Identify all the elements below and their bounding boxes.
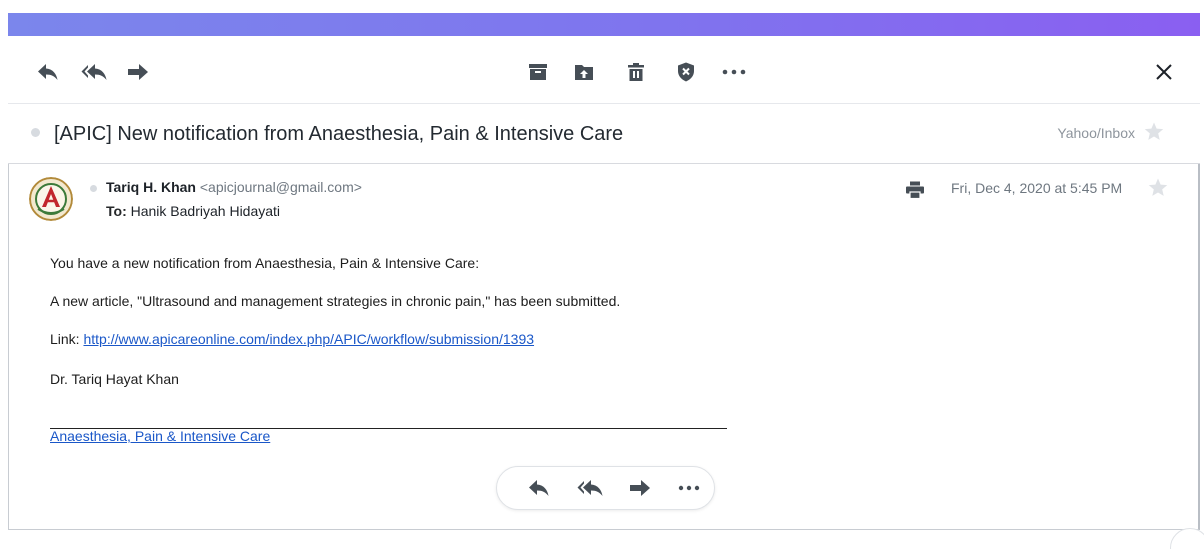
body-line-2: A new article, "Ultrasound and managemen… — [50, 293, 621, 309]
sender-name[interactable]: Tariq H. Khan — [106, 179, 196, 195]
message-date: Fri, Dec 4, 2020 at 5:45 PM — [951, 180, 1123, 196]
star-button[interactable] — [1144, 122, 1164, 146]
reply-all-icon — [577, 480, 603, 496]
sender-line[interactable]: Tariq H. Khan <apicjournal@gmail.com> — [106, 179, 362, 195]
more-button[interactable] — [720, 60, 748, 84]
recipient-line: To: Hanik Badriyah Hidayati — [106, 203, 280, 219]
app-header-bar — [8, 13, 1200, 36]
inline-forward-button[interactable] — [627, 477, 653, 499]
reply-button[interactable] — [34, 60, 62, 84]
archive-icon — [529, 64, 547, 80]
subject-row: [APIC] New notification from Anaesthesia… — [8, 104, 1200, 164]
signature: Dr. Tariq Hayat Khan — [50, 371, 179, 387]
unread-dot[interactable] — [31, 128, 40, 137]
spam-button[interactable] — [672, 60, 700, 84]
submission-link[interactable]: http://www.apicareonline.com/index.php/A… — [83, 331, 534, 347]
forward-button[interactable] — [124, 60, 152, 84]
body-link-line: Link: http://www.apicareonline.com/index… — [50, 331, 534, 347]
journal-logo-icon — [29, 177, 73, 221]
to-label: To: — [106, 203, 127, 219]
message-actions — [496, 466, 715, 510]
forward-icon — [128, 64, 148, 80]
star-icon — [1148, 178, 1168, 196]
spam-icon — [678, 62, 694, 82]
message-card: Tariq H. Khan <apicjournal@gmail.com> To… — [8, 164, 1200, 530]
forward-icon — [630, 480, 650, 496]
move-button[interactable] — [570, 60, 598, 84]
reply-icon — [529, 480, 549, 496]
delete-button[interactable] — [622, 60, 650, 84]
archive-button[interactable] — [524, 60, 552, 84]
sender-status-dot — [90, 185, 97, 192]
scroll-to-top-button[interactable] — [1170, 528, 1204, 549]
folder-label[interactable]: Yahoo/Inbox — [1057, 125, 1135, 141]
close-icon — [1156, 64, 1172, 80]
message-star-button[interactable] — [1148, 178, 1168, 202]
inline-reply-button[interactable] — [526, 477, 552, 499]
star-icon — [1144, 122, 1164, 140]
more-icon — [678, 485, 700, 491]
body-line-1: You have a new notification from Anaesth… — [50, 255, 480, 271]
close-button[interactable] — [1150, 60, 1178, 84]
print-button[interactable] — [905, 181, 925, 204]
recipient-name[interactable]: Hanik Badriyah Hidayati — [131, 203, 280, 219]
subject-title: [APIC] New notification from Anaesthesia… — [54, 123, 624, 145]
inline-reply-all-button[interactable] — [577, 477, 603, 499]
journal-link[interactable]: Anaesthesia, Pain & Intensive Care — [50, 428, 270, 444]
sender-email[interactable]: <apicjournal@gmail.com> — [200, 179, 362, 195]
message-toolbar — [8, 36, 1200, 104]
reply-icon — [38, 64, 58, 80]
sender-avatar[interactable] — [29, 177, 73, 221]
print-icon — [906, 181, 924, 200]
link-label: Link: — [50, 331, 84, 347]
more-icon — [722, 69, 746, 75]
inline-more-button[interactable] — [676, 477, 702, 499]
move-icon — [575, 65, 593, 80]
delete-icon — [628, 62, 644, 81]
reply-all-button[interactable] — [80, 60, 108, 84]
footer-link-line: Anaesthesia, Pain & Intensive Care — [50, 428, 270, 444]
reply-all-icon — [81, 64, 107, 80]
